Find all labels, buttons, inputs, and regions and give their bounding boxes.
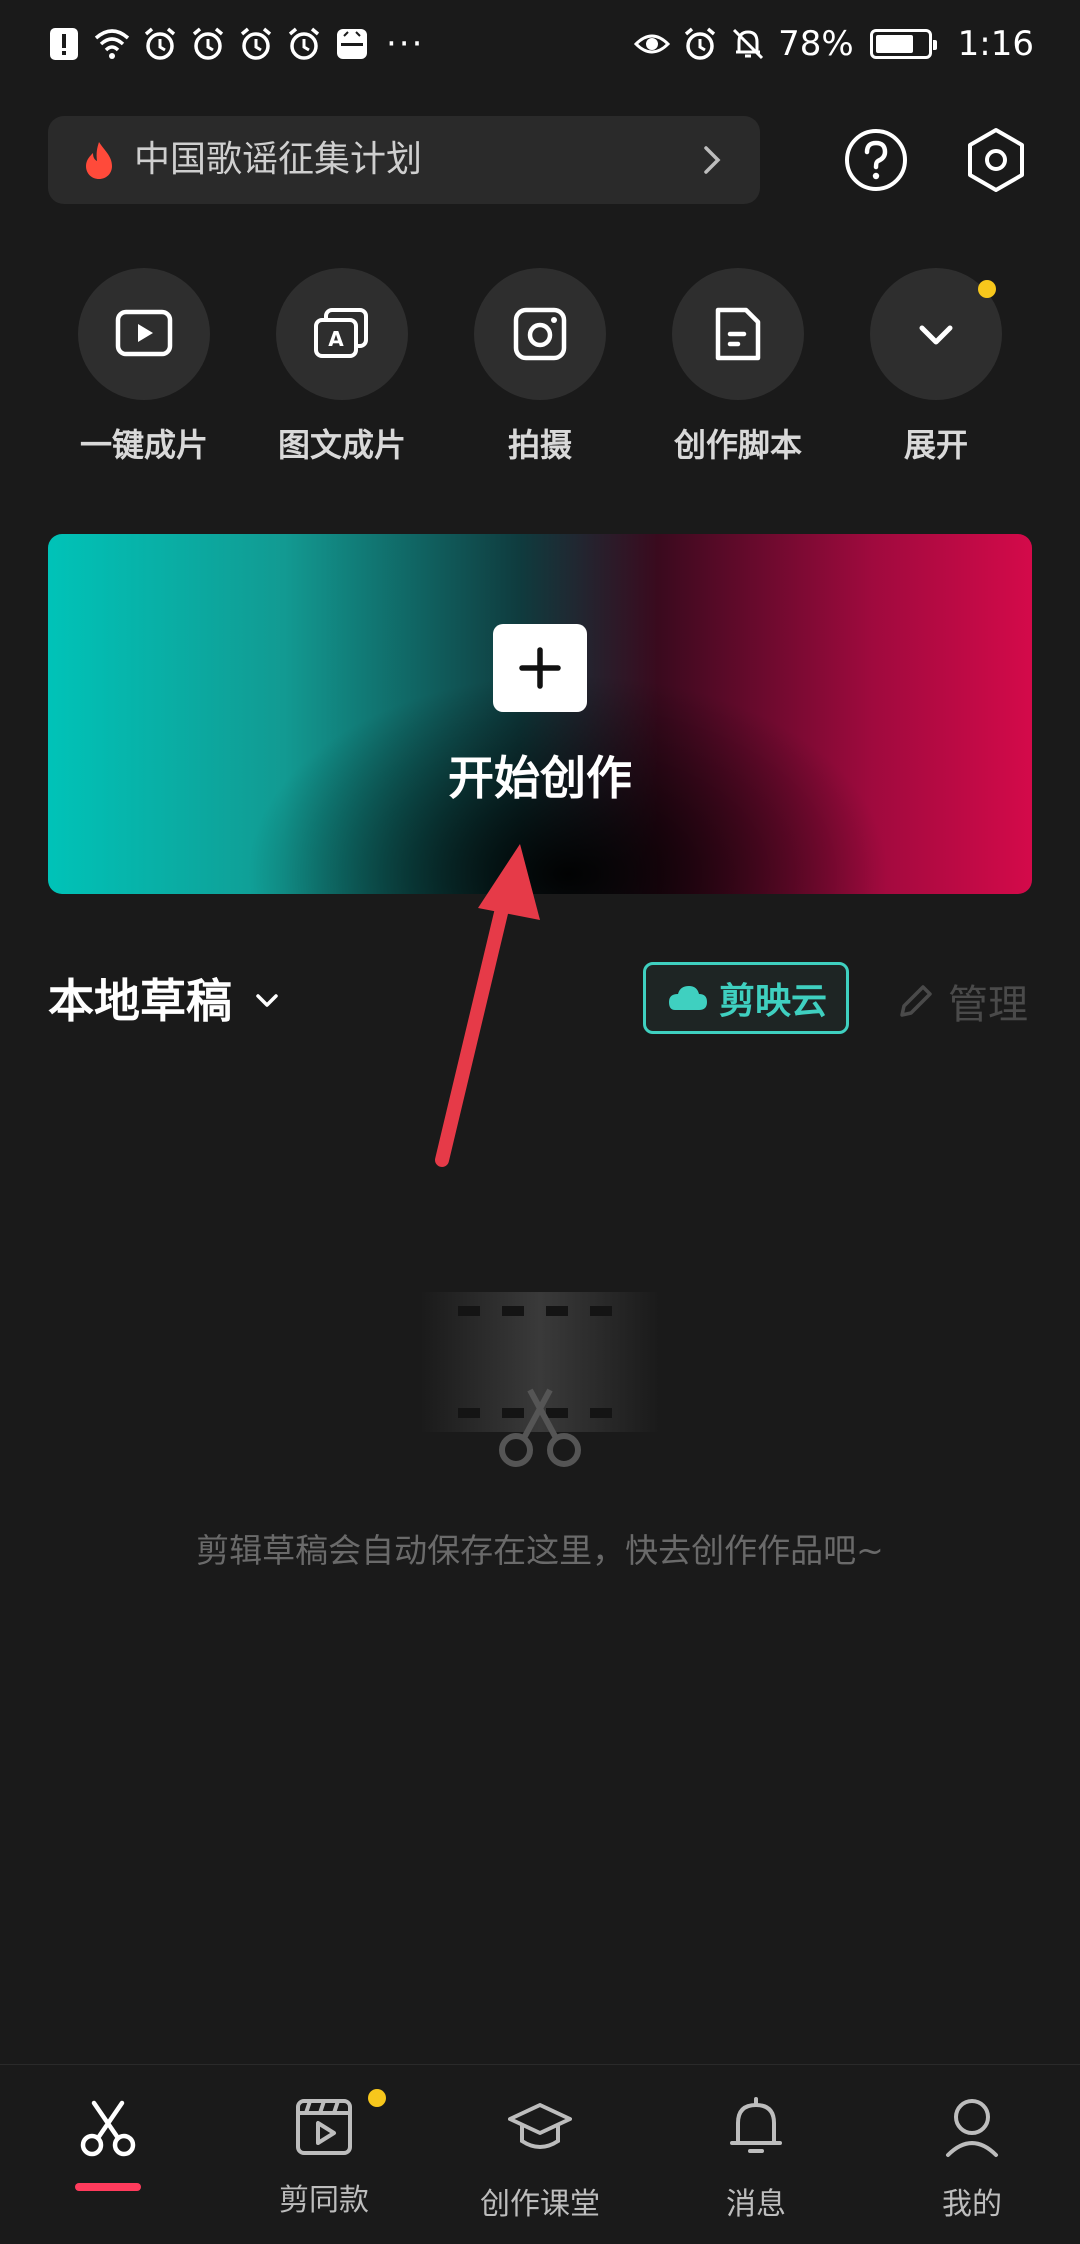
- quick-action-script[interactable]: 创作脚本: [658, 268, 818, 466]
- help-button[interactable]: [842, 126, 910, 194]
- svg-text:A: A: [328, 327, 344, 351]
- quick-action-label: 创作脚本: [673, 426, 802, 464]
- alarm-icon: [238, 26, 274, 62]
- status-bar: ··· 78% 1:16: [0, 0, 1080, 86]
- manage-button[interactable]: 管理: [896, 966, 1028, 1036]
- battery-level: [875, 35, 914, 53]
- profile-icon: [946, 2099, 998, 2157]
- manage-label: 管理: [948, 982, 1028, 1028]
- nav-item-profile[interactable]: 我的: [872, 2095, 1072, 2223]
- chevron-down-icon: [256, 994, 278, 1007]
- bottom-nav: 剪同款 创作课堂 消息 我的: [0, 2064, 1080, 2244]
- more-indicator: ···: [386, 24, 425, 64]
- quick-action-circle: [78, 268, 210, 400]
- settings-button[interactable]: [962, 126, 1030, 194]
- alarm-icon: [142, 26, 178, 62]
- nav-label: 剪同款: [279, 2183, 369, 2218]
- quick-action-expand[interactable]: 展开: [856, 268, 1016, 466]
- cloud-button[interactable]: 剪映云: [643, 962, 849, 1034]
- nav-active-indicator: [75, 2183, 141, 2191]
- nav-item-messages[interactable]: 消息: [656, 2095, 856, 2223]
- chevron-right-icon: [704, 146, 721, 174]
- alarm-icon: [190, 26, 226, 62]
- huawei-icon: [334, 26, 370, 62]
- quick-action-label: 一键成片: [79, 426, 208, 464]
- battery-percent: 78%: [778, 24, 854, 64]
- camera-icon: [513, 307, 567, 361]
- empty-drafts-text: 剪辑草稿会自动保存在这里，快去创作作品吧~: [196, 1531, 884, 1570]
- fire-icon: [86, 142, 112, 179]
- nav-label: 我的: [942, 2187, 1002, 2222]
- alarm-icon: [682, 26, 718, 62]
- battery-icon: [869, 29, 937, 59]
- quick-action-label: 拍摄: [507, 426, 572, 464]
- chevron-down-icon: [919, 325, 953, 345]
- script-icon: [715, 307, 761, 361]
- alarm-icon: [286, 26, 322, 62]
- banner-text: 中国歌谣征集计划: [134, 139, 423, 180]
- nav-label: 创作课堂: [480, 2187, 600, 2222]
- quick-actions: 一键成片 A 图文成片 拍摄 创作脚本 展开: [0, 268, 1080, 488]
- quick-action-label: 图文成片: [277, 426, 406, 464]
- notification-dot: [368, 2089, 386, 2107]
- alert-icon: [46, 26, 82, 62]
- annotation-arrow: [435, 844, 540, 1167]
- help-icon: [845, 129, 907, 191]
- quick-action-one-click[interactable]: 一键成片: [64, 268, 224, 466]
- mute-icon: [730, 26, 766, 62]
- text-image-icon: A: [314, 308, 368, 358]
- nav-item-edit[interactable]: [8, 2095, 208, 2191]
- nav-item-templates[interactable]: 剪同款: [224, 2089, 424, 2219]
- wifi-icon: [94, 26, 130, 62]
- pencil-icon: [900, 985, 932, 1017]
- quick-action-label: 展开: [903, 426, 968, 464]
- plus-button: [493, 624, 587, 712]
- start-creating-label: 开始创作: [448, 751, 632, 805]
- graduation-icon: [508, 2103, 572, 2149]
- nav-icon-wrap: [292, 2089, 386, 2159]
- cloud-label: 剪映云: [718, 981, 827, 1022]
- screen: ··· 78% 1:16 中国歌谣征集计划 一键成片 A 图文成片 拍摄 创作脚…: [0, 0, 1080, 2244]
- campaign-banner[interactable]: 中国歌谣征集计划: [48, 116, 760, 204]
- eye-icon: [634, 26, 671, 62]
- nav-item-classroom[interactable]: 创作课堂: [440, 2095, 640, 2223]
- settings-icon: [968, 128, 1024, 192]
- empty-drafts-illustration: [420, 1292, 660, 1467]
- status-bar-right: 78% 1:16: [634, 22, 1034, 66]
- scissors-icon: [80, 2100, 136, 2157]
- quick-action-circle: [870, 268, 1002, 400]
- quick-action-shoot[interactable]: 拍摄: [460, 268, 620, 466]
- template-icon: [296, 2099, 352, 2155]
- play-icon: [115, 309, 173, 357]
- bell-icon: [730, 2097, 782, 2153]
- quick-action-text-image[interactable]: A 图文成片: [262, 268, 422, 466]
- quick-action-circle: [672, 268, 804, 400]
- status-bar-left: ···: [46, 22, 424, 66]
- nav-label: 消息: [726, 2187, 786, 2222]
- plus-icon: [519, 647, 561, 689]
- clock-time: 1:16: [957, 24, 1034, 64]
- local-drafts-selector[interactable]: 本地草稿: [48, 966, 282, 1036]
- local-drafts-title: 本地草稿: [48, 974, 232, 1028]
- notification-dot: [978, 280, 996, 298]
- quick-action-circle: [474, 268, 606, 400]
- quick-action-circle: A: [276, 268, 408, 400]
- cloud-icon: [668, 986, 707, 1010]
